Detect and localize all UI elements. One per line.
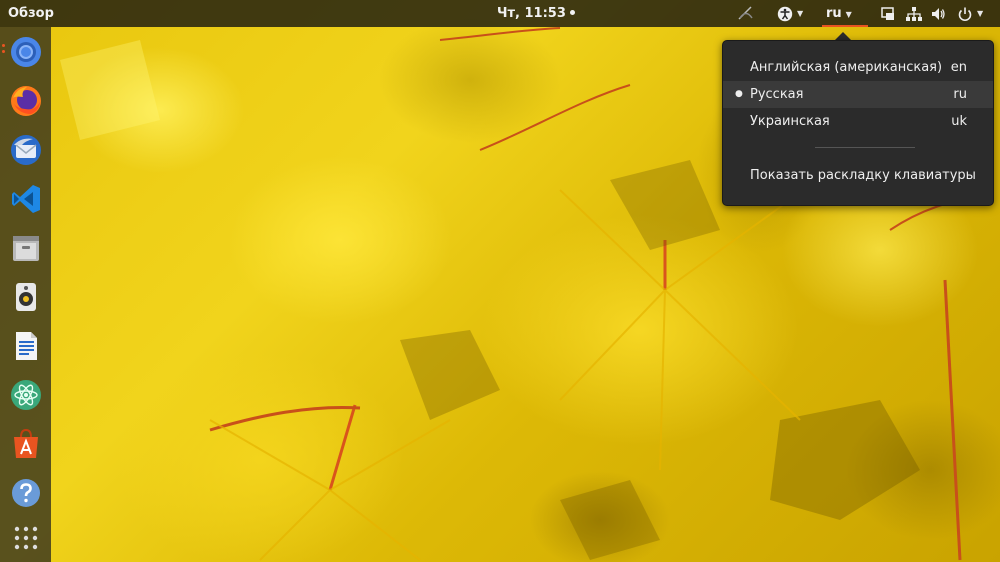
layout-option-code: ru: [953, 87, 967, 102]
dock-item-chromium[interactable]: [6, 32, 46, 72]
atom-icon: [11, 380, 41, 410]
activities-button[interactable]: Обзор: [8, 0, 54, 27]
chevron-down-icon: ▼: [797, 9, 804, 18]
clock-label: Чт, 11:53: [497, 6, 566, 21]
keyboard-layout-label: ru: [826, 6, 842, 21]
firefox-icon: [11, 86, 41, 116]
software-center-icon: [14, 428, 38, 458]
app-grid-icon: [14, 526, 38, 550]
layout-option-label: Украинская: [750, 114, 830, 129]
wifi-status-icon[interactable]: [738, 0, 754, 27]
network-wired-icon[interactable]: [905, 0, 923, 27]
running-indicator: [2, 50, 5, 53]
accessibility-icon: [777, 6, 793, 21]
vscode-icon: [12, 185, 40, 213]
accessibility-menu[interactable]: ▼: [777, 0, 803, 27]
selected-bullet-icon: ●: [735, 89, 743, 99]
layout-option-en[interactable]: Английская (американская) en: [723, 54, 993, 81]
volume-icon[interactable]: [930, 0, 946, 27]
layout-option-uk[interactable]: Украинская uk: [723, 108, 993, 135]
chevron-down-icon: ▼: [977, 9, 984, 18]
dock-item-firefox[interactable]: [6, 81, 46, 121]
layout-option-label: Русская: [750, 87, 804, 102]
show-keyboard-layout-item[interactable]: Показать раскладку клавиатуры: [723, 162, 993, 189]
help-icon: [12, 479, 40, 507]
layout-option-label: Английская (американская): [750, 60, 943, 75]
dock-item-rhythmbox[interactable]: [6, 277, 46, 317]
layout-option-code: uk: [951, 114, 967, 129]
dock-item-atom[interactable]: [6, 375, 46, 415]
file-cabinet-icon: [13, 236, 39, 261]
layout-option-ru[interactable]: ● Русская ru: [723, 81, 993, 108]
notification-dot-icon: [569, 10, 575, 15]
keyboard-layout-indicator[interactable]: ru ▼: [826, 0, 852, 27]
dock-item-files[interactable]: [6, 228, 46, 268]
dock-item-writer[interactable]: [6, 326, 46, 366]
active-indicator: [822, 25, 868, 27]
dock-item-help[interactable]: [6, 473, 46, 513]
show-applications-button[interactable]: [6, 518, 46, 558]
screen-icon[interactable]: [880, 0, 896, 27]
dock: [0, 27, 51, 562]
chevron-down-icon: ▼: [845, 10, 852, 19]
layout-option-code: en: [950, 60, 967, 75]
dock-item-software[interactable]: [6, 424, 46, 464]
chromium-icon: [11, 37, 41, 67]
speaker-icon: [16, 283, 36, 311]
dock-item-thunderbird[interactable]: [6, 130, 46, 170]
keyboard-layout-menu: Английская (американская) en ● Русская r…: [722, 40, 994, 206]
clock-button[interactable]: Чт, 11:53: [497, 0, 575, 27]
system-menu[interactable]: ▼: [957, 0, 983, 27]
show-keyboard-layout-label: Показать раскладку клавиатуры: [750, 168, 976, 183]
dock-item-vscode[interactable]: [6, 179, 46, 219]
writer-document-icon: [16, 332, 37, 360]
power-icon: [958, 7, 972, 21]
menu-separator: [815, 147, 915, 148]
top-bar: Обзор Чт, 11:53 ▼ ru ▼ ▼: [0, 0, 1000, 27]
running-indicator: [2, 44, 5, 47]
thunderbird-icon: [11, 135, 41, 165]
